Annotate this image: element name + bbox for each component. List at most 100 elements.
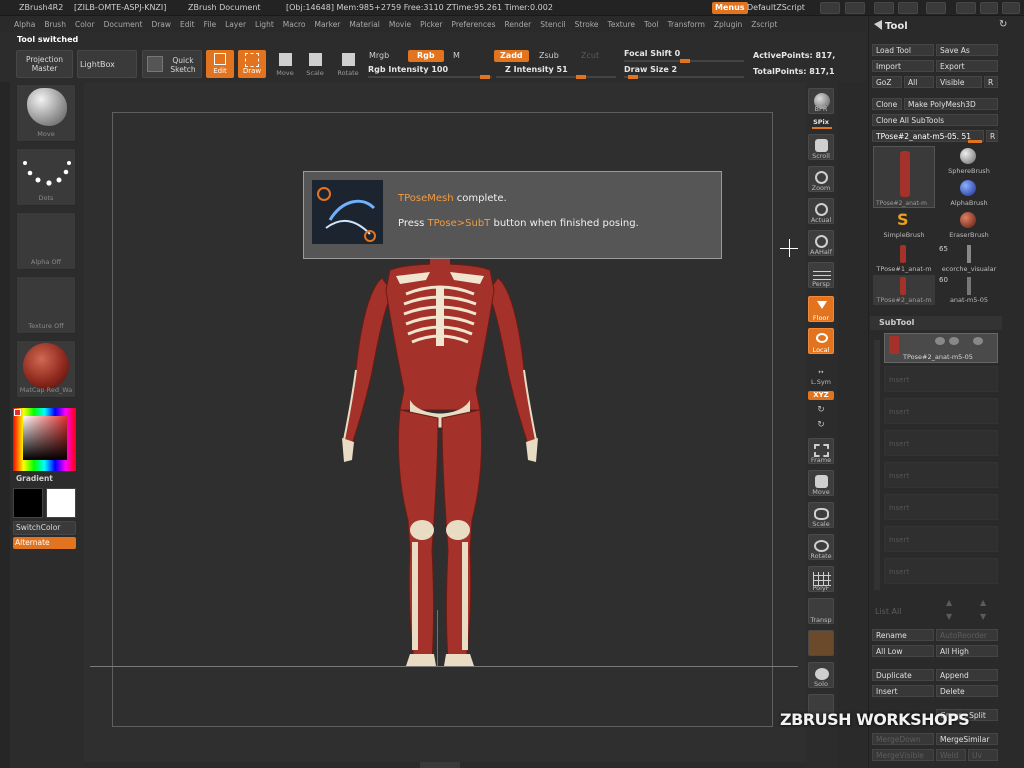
menus-button[interactable]: Menus [712, 2, 748, 14]
menu-item[interactable]: File [204, 20, 217, 29]
merge-visible-button[interactable]: MergeVisible [872, 749, 934, 761]
tool-thumb-eraserbrush[interactable]: EraserBrush [940, 210, 998, 242]
merge-similar-button[interactable]: MergeSimilar [936, 733, 998, 745]
tool-thumb-simplebrush[interactable]: S SimpleBrush [873, 210, 935, 242]
subtool-header[interactable]: SubTool [870, 316, 1002, 330]
clone-all-subtools-button[interactable]: Clone All SubTools [872, 114, 998, 126]
menu-item[interactable]: Edit [180, 20, 195, 29]
menu-item[interactable]: Alpha [14, 20, 35, 29]
spix-slider[interactable]: SPix [804, 118, 838, 126]
subtool-empty-slot[interactable]: Insert [884, 366, 998, 392]
ghost-button[interactable] [808, 630, 834, 656]
subtool-empty-slot[interactable]: Insert [884, 398, 998, 424]
duplicate-button[interactable]: Duplicate [872, 669, 934, 681]
focal-shift-knob[interactable] [680, 59, 690, 63]
tool-thumb-spherebrush[interactable]: SphereBrush [940, 146, 998, 178]
tool-thumb-alphabrush[interactable]: AlphaBrush [940, 178, 998, 210]
brush-thumbnail[interactable]: Move [16, 84, 76, 142]
mrgb-button[interactable]: Mrgb [369, 52, 389, 60]
menu-item[interactable]: Macro [283, 20, 306, 29]
clone-button[interactable]: Clone [872, 98, 902, 110]
menu-item[interactable]: Zscript [751, 20, 777, 29]
tool-thumb-tpose2[interactable]: TPose#2_anat-m [873, 146, 935, 208]
m-button[interactable]: M [453, 52, 460, 60]
make-polymesh-button[interactable]: Make PolyMesh3D [904, 98, 998, 110]
anatomy-model[interactable] [330, 250, 550, 670]
all-low-button[interactable]: All Low [872, 645, 934, 657]
menu-item[interactable]: Stroke [575, 20, 599, 29]
list-all-button[interactable]: List All [875, 608, 901, 616]
rgb-intensity-slider[interactable]: Rgb Intensity 100 [368, 66, 448, 74]
menu-item[interactable]: Stencil [540, 20, 565, 29]
alternate-button[interactable]: Alternate [13, 537, 76, 549]
material-thumbnail[interactable]: MatCap Red_Wa [16, 340, 76, 398]
subtool-eye-icon[interactable] [935, 337, 945, 345]
menu-item[interactable]: Marker [314, 20, 340, 29]
draw-size-knob[interactable] [628, 75, 638, 79]
menu-item[interactable]: Draw [151, 20, 171, 29]
all-high-button[interactable]: All High [936, 645, 998, 657]
rgb-button[interactable]: Rgb [408, 50, 444, 62]
save-as-button[interactable]: Save As [936, 44, 998, 56]
gradient-toggle[interactable]: Gradient [16, 475, 53, 483]
subtool-empty-slot[interactable]: Insert [884, 462, 998, 488]
move-down-arrow-icon[interactable]: ▼ [946, 612, 952, 621]
quick-sketch-button[interactable]: Quick Sketch [142, 50, 202, 78]
menu-item[interactable]: Zplugin [714, 20, 742, 29]
main-color-swatch[interactable] [46, 488, 76, 518]
rotate-y-icon[interactable]: ↻ [804, 405, 838, 415]
move-down-arrow-icon-2[interactable]: ▼ [980, 612, 986, 621]
move-up-arrow-icon-2[interactable]: ▲ [980, 598, 986, 607]
prev-arrow-icon[interactable] [820, 2, 840, 14]
lightbox-button[interactable]: LightBox [77, 50, 137, 78]
menu-item[interactable]: Transform [668, 20, 705, 29]
menu-item[interactable]: Brush [44, 20, 66, 29]
menu-item[interactable]: Texture [608, 20, 635, 29]
color-picker[interactable] [13, 408, 76, 471]
export-button[interactable]: Export [936, 60, 998, 72]
zsub-button[interactable]: Zsub [539, 52, 559, 60]
lock-icon[interactable] [926, 2, 946, 14]
subtool-polypaint-icon[interactable] [973, 337, 983, 345]
merge-down-button[interactable]: MergeDown [872, 733, 934, 745]
draw-size-slider[interactable]: Draw Size 2 [624, 66, 677, 74]
tool-thumb-tpose1[interactable]: TPose#1_anat-m [873, 244, 935, 274]
visible-button[interactable]: Visible [936, 76, 982, 88]
draw-button[interactable]: Draw [238, 50, 266, 78]
rotate-z-icon[interactable]: ↻ [804, 420, 838, 430]
edit-button[interactable]: Edit [206, 50, 234, 78]
z-intensity-slider[interactable]: Z Intensity 51 [505, 66, 568, 74]
scale-button[interactable]: Scale [302, 50, 328, 78]
next-arrow-icon[interactable] [845, 2, 865, 14]
append-button[interactable]: Append [936, 669, 998, 681]
subtool-scrollbar[interactable] [874, 340, 880, 590]
switch-color-button[interactable]: SwitchColor [13, 521, 76, 535]
color-sv-square[interactable] [23, 416, 67, 460]
menu-item[interactable]: Light [255, 20, 274, 29]
import-button[interactable]: Import [872, 60, 934, 72]
menu-item[interactable]: Preferences [451, 20, 495, 29]
spix-slider-bar[interactable] [812, 127, 832, 129]
minimize-icon[interactable] [956, 2, 976, 14]
script-name[interactable]: DefaultZScript [747, 4, 805, 12]
move-button[interactable]: Move [272, 50, 298, 78]
close-icon[interactable] [1002, 2, 1020, 14]
subtool-active-item[interactable]: TPose#2_anat-m5-05 [884, 333, 998, 363]
window-button-2[interactable] [898, 2, 918, 14]
goz-button[interactable]: GoZ [872, 76, 902, 88]
menu-item[interactable]: Picker [420, 20, 442, 29]
menu-item[interactable]: Document [104, 20, 143, 29]
weld-button[interactable]: Weld [936, 749, 966, 761]
window-button-1[interactable] [874, 2, 894, 14]
goz-all-button[interactable]: All [904, 76, 934, 88]
auto-reorder-button[interactable]: AutoReorder [936, 629, 998, 641]
stroke-thumbnail[interactable]: Dots [16, 148, 76, 206]
zadd-button[interactable]: Zadd [494, 50, 529, 62]
tool-thumb-anat[interactable]: anat-m5-05 [940, 275, 998, 305]
left-tray-strip[interactable] [0, 82, 10, 768]
rotate-button[interactable]: Rotate [334, 50, 362, 78]
uv-button[interactable]: Uv [968, 749, 998, 761]
menu-item[interactable]: Layer [225, 20, 246, 29]
tool-thumb-ecorche[interactable]: ecorche_visualar [940, 244, 998, 274]
load-tool-button[interactable]: Load Tool [872, 44, 934, 56]
